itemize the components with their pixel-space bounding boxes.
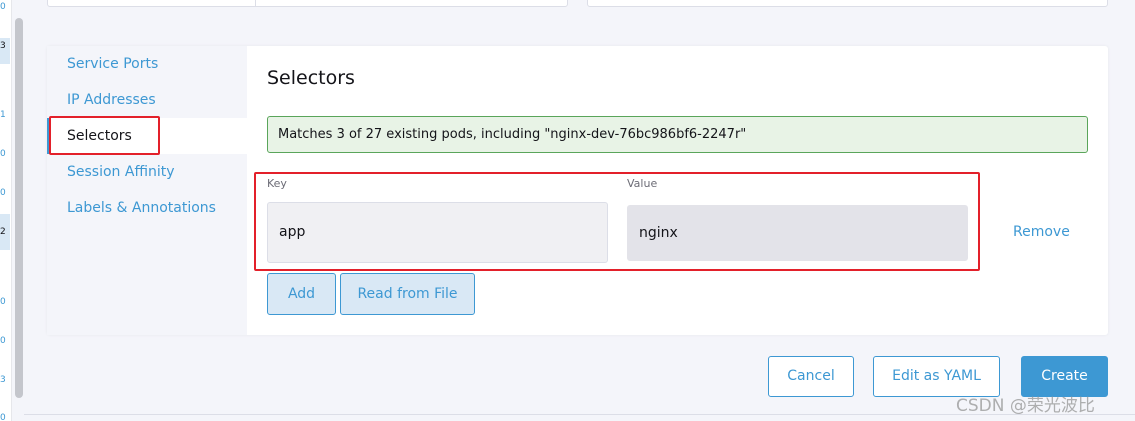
gutter-digit: 0 bbox=[0, 413, 6, 421]
add-button[interactable]: Add bbox=[267, 273, 336, 315]
top-input-group[interactable] bbox=[47, 0, 568, 7]
key-input[interactable]: app bbox=[267, 202, 608, 263]
gutter-digit: 2 bbox=[0, 214, 10, 250]
value-label: Value bbox=[627, 177, 658, 190]
read-from-file-button[interactable]: Read from File bbox=[340, 273, 475, 315]
page-title: Selectors bbox=[267, 67, 355, 89]
tab-labels-annotations[interactable]: Labels & Annotations bbox=[47, 190, 247, 226]
side-tabs: Service Ports IP Addresses Selectors Ses… bbox=[47, 46, 247, 335]
gutter-digit: 0 bbox=[0, 336, 6, 346]
gutter-digit: 0 bbox=[0, 297, 6, 307]
gutter-digit: 0 bbox=[0, 188, 6, 198]
gutter-digit: 3 bbox=[0, 38, 10, 64]
tab-ip-addresses[interactable]: IP Addresses bbox=[47, 82, 247, 118]
key-label: Key bbox=[267, 177, 287, 190]
selectors-content: Selectors Matches 3 of 27 existing pods,… bbox=[267, 46, 1108, 335]
watermark-text: CSDN @荣光波比 bbox=[956, 396, 1095, 416]
input-divider bbox=[255, 0, 256, 6]
tab-selectors[interactable]: Selectors bbox=[47, 118, 247, 154]
left-gutter: 0 3 1 0 0 2 0 0 3 0 bbox=[0, 0, 12, 421]
top-input[interactable] bbox=[587, 0, 1108, 7]
gutter-digit: 1 bbox=[0, 110, 6, 120]
service-config-panel: Service Ports IP Addresses Selectors Ses… bbox=[47, 46, 1108, 335]
remove-button[interactable]: Remove bbox=[1013, 224, 1070, 240]
page-scrollbar[interactable] bbox=[15, 18, 23, 398]
match-status-banner: Matches 3 of 27 existing pods, including… bbox=[267, 116, 1088, 153]
tab-service-ports[interactable]: Service Ports bbox=[47, 46, 247, 82]
tab-session-affinity[interactable]: Session Affinity bbox=[47, 154, 247, 190]
gutter-digit: 3 bbox=[0, 375, 6, 385]
gutter-digit: 0 bbox=[0, 149, 6, 159]
gutter-digit: 0 bbox=[0, 2, 6, 12]
value-input[interactable]: nginx bbox=[627, 205, 968, 261]
cancel-button[interactable]: Cancel bbox=[768, 356, 854, 397]
